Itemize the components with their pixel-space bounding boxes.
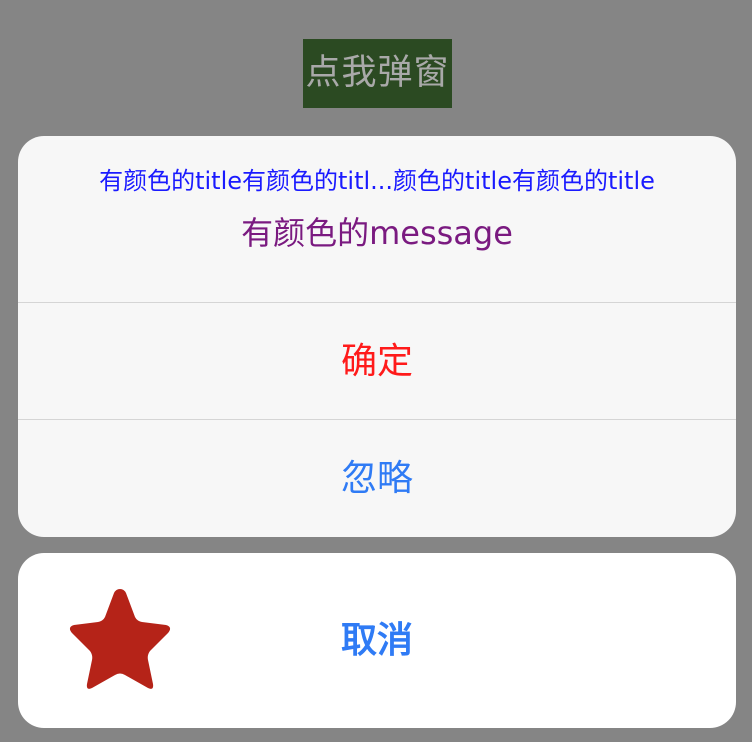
cancel-label: 取消 [340, 620, 413, 661]
popup-trigger-button[interactable]: 点我弹窗 [303, 39, 452, 108]
action-sheet-header: 有颜色的title有颜色的titl...颜色的title有颜色的title 有颜… [18, 136, 736, 303]
cancel-button[interactable]: 取消 [18, 553, 736, 728]
alert-message: 有颜色的message [241, 214, 513, 252]
confirm-button[interactable]: 确定 [18, 303, 736, 420]
screen: 点我弹窗 有颜色的title有颜色的titl...颜色的title有颜色的tit… [0, 0, 752, 742]
action-sheet: 有颜色的title有颜色的titl...颜色的title有颜色的title 有颜… [18, 136, 736, 537]
alert-title: 有颜色的title有颜色的titl...颜色的title有颜色的title [99, 167, 655, 195]
ignore-button[interactable]: 忽略 [18, 420, 736, 537]
